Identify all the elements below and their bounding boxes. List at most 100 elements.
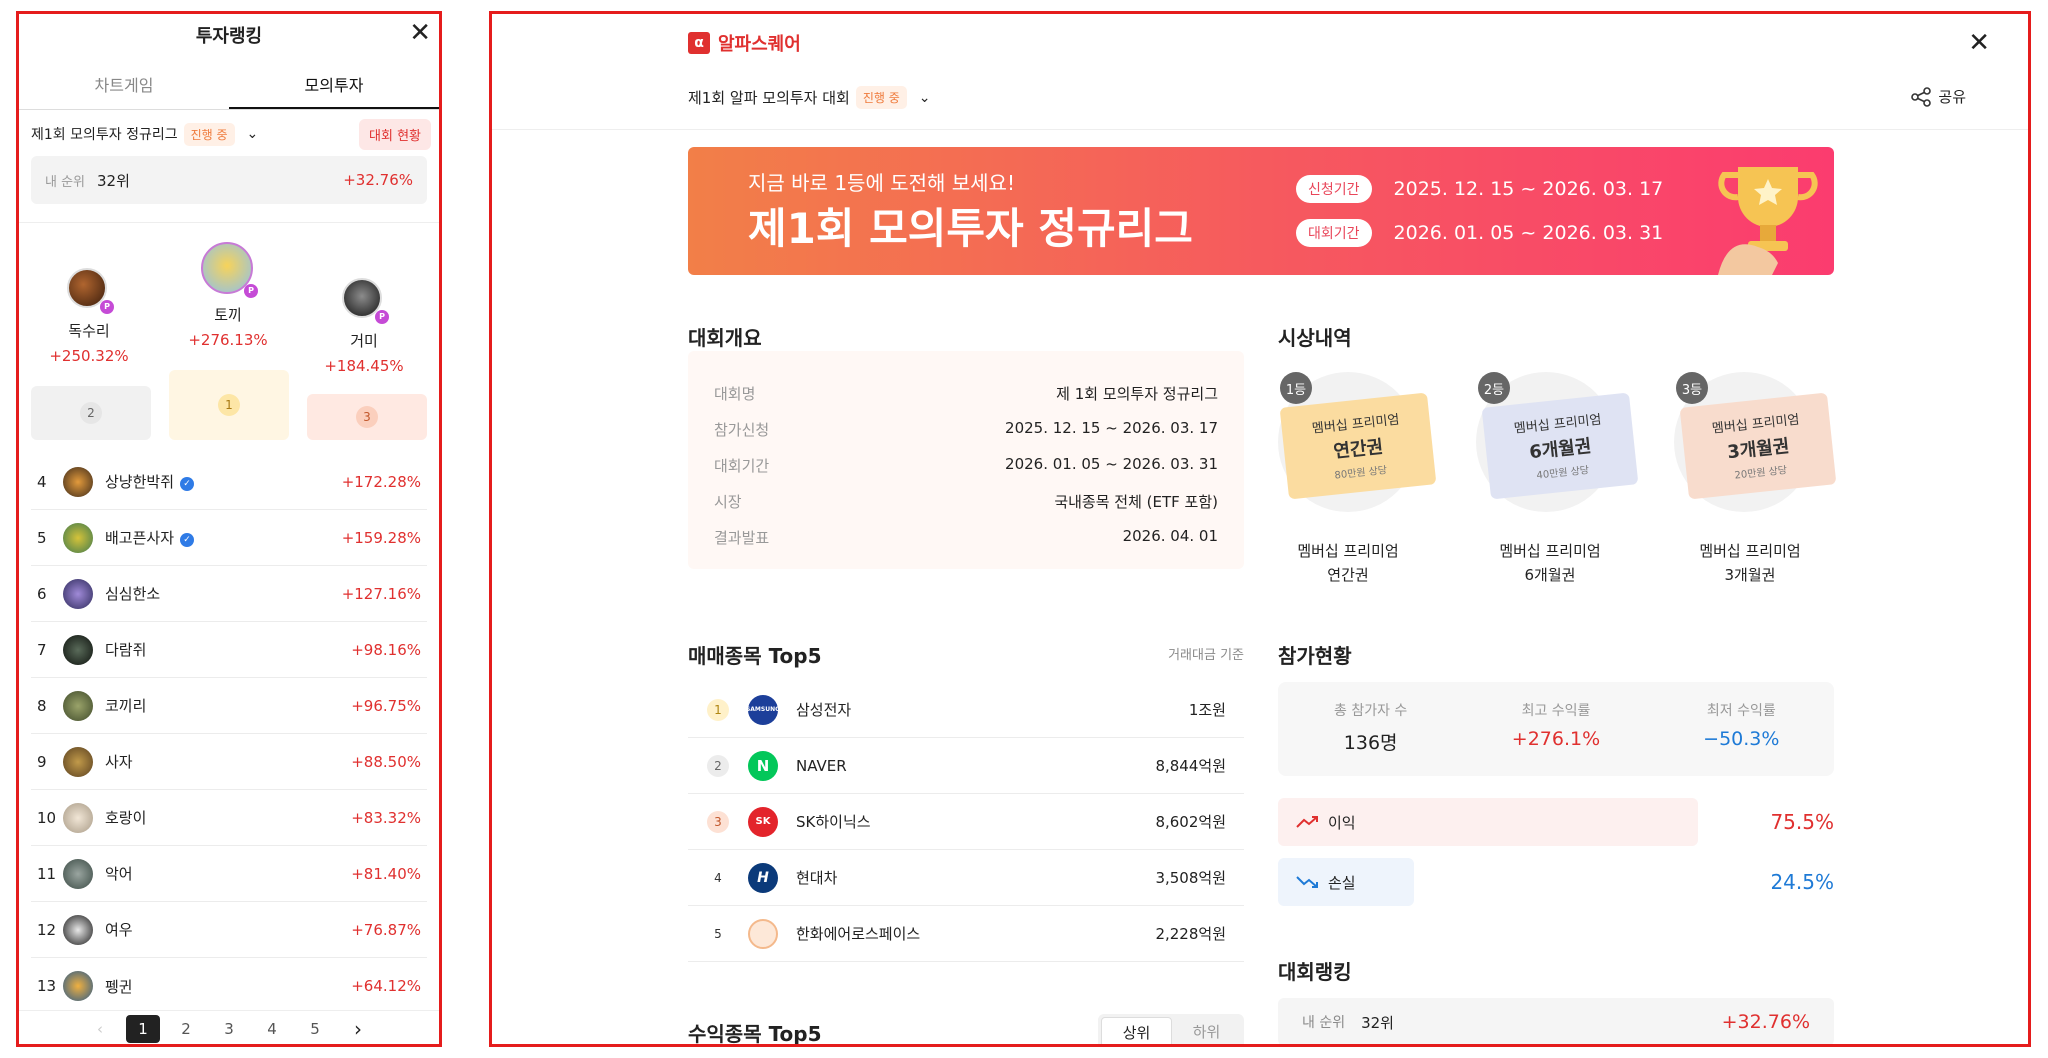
- divider: [19, 222, 439, 223]
- avatar: [63, 690, 93, 721]
- table-row[interactable]: 5 배고픈사자 ✓ +159.28%: [31, 510, 427, 566]
- contest-date: 2026. 01. 05 ~ 2026. 03. 31: [1393, 222, 1664, 244]
- podium-block-third: 3: [307, 394, 427, 440]
- chevron-down-icon[interactable]: ⌄: [919, 90, 931, 106]
- avatar: [63, 802, 93, 833]
- row-rank: 11: [37, 864, 57, 883]
- podium-name: 거미: [350, 332, 378, 350]
- stock-name: 한화에어로스페이스: [796, 925, 921, 943]
- prize-ticket: 멤버십 프리미엄 3개월권 20만원 상당: [1679, 392, 1837, 500]
- stock-row[interactable]: 1 SAMSUNG 삼성전자 1조원: [688, 682, 1244, 738]
- table-row[interactable]: 4 상냥한박쥐 ✓ +172.28%: [31, 454, 427, 510]
- avatar: [63, 578, 93, 609]
- sk-hynix-logo-icon: SK: [748, 806, 778, 837]
- contest-my-rank[interactable]: 내 순위 32위 +32.76%: [1278, 998, 1834, 1044]
- profit-label: 이익: [1328, 813, 1356, 832]
- row-rank: 10: [37, 808, 57, 827]
- podium-return: +184.45%: [324, 357, 404, 375]
- table-row[interactable]: 10 호랑이 +83.32%: [31, 790, 427, 846]
- avatar-first[interactable]: P: [201, 242, 258, 298]
- hyundai-logo-icon: H: [748, 862, 778, 893]
- my-rank-value: 32위: [97, 171, 130, 190]
- page-button-5[interactable]: 5: [294, 1020, 337, 1038]
- my-rank-label: 내 순위: [1302, 1015, 1346, 1031]
- close-icon[interactable]: ✕: [409, 20, 431, 46]
- stock-row[interactable]: 3 SK SK하이닉스 8,602억원: [688, 794, 1244, 850]
- row-return: +81.40%: [351, 864, 421, 883]
- min-value: −50.3%: [1703, 728, 1780, 750]
- row-name: 악어: [105, 865, 133, 883]
- summary-heading: 대회개요: [688, 326, 762, 350]
- page-button-2[interactable]: 2: [165, 1020, 208, 1038]
- row-name: 여우: [105, 921, 133, 939]
- avatar-third[interactable]: P: [342, 278, 389, 324]
- row-return: +172.28%: [341, 472, 421, 491]
- stock-row[interactable]: 5 한화에어로스페이스 2,228억원: [688, 906, 1244, 962]
- loss-value: 24.5%: [1770, 870, 1834, 894]
- row-return: +83.32%: [351, 808, 421, 827]
- page-button-4[interactable]: 4: [251, 1020, 294, 1038]
- table-row[interactable]: 13 펭귄 +64.12%: [31, 958, 427, 1014]
- prize-caption: 멤버십 프리미엄: [1297, 542, 1399, 560]
- tab-mock-investment[interactable]: 모의투자: [229, 68, 439, 109]
- brand-logo[interactable]: α 알파스퀘어: [688, 30, 801, 56]
- row-name: 호랑이: [105, 809, 147, 827]
- apply-period: 신청기간 2025. 12. 15 ~ 2026. 03. 17: [1296, 175, 1663, 203]
- page-button-3[interactable]: 3: [208, 1020, 251, 1038]
- pagination: ‹ 1 2 3 4 5 ›: [19, 1010, 439, 1044]
- table-row[interactable]: 8 코끼리 +96.75%: [31, 678, 427, 734]
- row-name: 상냥한박쥐: [105, 473, 175, 491]
- stock-name: 삼성전자: [796, 701, 852, 719]
- contest-period: 대회기간 2026. 01. 05 ~ 2026. 03. 31: [1296, 219, 1663, 247]
- stock-row[interactable]: 4 H 현대차 3,508억원: [688, 850, 1244, 906]
- share-button[interactable]: 공유: [1910, 86, 1966, 107]
- ranking-tabs: 차트게임 모의투자: [19, 68, 439, 110]
- close-icon[interactable]: ✕: [1968, 30, 1990, 56]
- table-row[interactable]: 7 다람쥐 +98.16%: [31, 622, 427, 678]
- promo-banner[interactable]: 지금 바로 1등에 도전해 보세요! 제1회 모의투자 정규리그 신청기간 20…: [688, 147, 1834, 275]
- table-row[interactable]: 6 심심한소 +127.16%: [31, 566, 427, 622]
- avatar: [63, 746, 93, 777]
- prev-page-icon[interactable]: ‹: [79, 1020, 122, 1038]
- chevron-down-icon[interactable]: ⌄: [247, 126, 259, 142]
- trade-top5-heading: 매매종목 Top5: [688, 644, 822, 668]
- league-name: 제1회 모의투자 정규리그: [31, 127, 178, 143]
- stock-row[interactable]: 2 N NAVER 8,844억원: [688, 738, 1244, 794]
- my-rank-label: 내 순위: [45, 174, 86, 190]
- summary-row: 참가신청 2025. 12. 15 ~ 2026. 03. 17: [714, 419, 1218, 439]
- page-button-1[interactable]: 1: [122, 1014, 165, 1043]
- league-selector[interactable]: 제1회 모의투자 정규리그 진행 중 ⌄ 대회 현황: [31, 116, 431, 152]
- avatar: [63, 634, 93, 665]
- panel-title: 투자랭킹: [195, 26, 263, 47]
- my-rank-value: 32위: [1361, 1013, 1394, 1032]
- profit-value: 75.5%: [1770, 810, 1834, 834]
- row-rank: 4: [37, 472, 47, 491]
- contest-ranking-heading: 대회랭킹: [1278, 960, 1352, 984]
- stock-name: NAVER: [796, 756, 847, 775]
- table-row[interactable]: 11 악어 +81.40%: [31, 846, 427, 902]
- tab-lower[interactable]: 하위: [1172, 1017, 1241, 1044]
- contest-selector[interactable]: 제1회 알파 모의투자 대회 진행 중 ⌄: [688, 86, 931, 109]
- stock-rank: 3: [707, 810, 729, 833]
- rank-badge: 1등: [1280, 372, 1312, 404]
- prize-card-2: 멤버십 프리미엄 6개월권 40만원 상당 2등 멤버십 프리미엄 6개월권: [1476, 372, 1656, 584]
- apply-tag: 신청기간: [1296, 175, 1372, 203]
- loss-bar: 손실: [1278, 858, 1414, 906]
- participation-stats: 총 참가자 수 136명 최고 수익률 +276.1% 최저 수익률 −50.3%: [1278, 682, 1834, 776]
- row-return: +76.87%: [351, 920, 421, 939]
- prize-card-1: 멤버십 프리미엄 연간권 80만원 상당 1등 멤버십 프리미엄 연간권: [1278, 372, 1458, 584]
- contest-status-button[interactable]: 대회 현황: [359, 118, 431, 150]
- table-row[interactable]: 9 사자 +88.50%: [31, 734, 427, 790]
- share-label: 공유: [1938, 88, 1966, 106]
- trend-up-icon: [1296, 816, 1318, 828]
- avatar-second[interactable]: P: [67, 268, 114, 314]
- summary-row: 대회명 제 1회 모의투자 정규리그: [714, 385, 1218, 403]
- trend-down-icon: [1296, 876, 1318, 888]
- avatar: [63, 971, 93, 1001]
- podium-place: 2: [80, 402, 102, 424]
- row-return: +64.12%: [351, 977, 421, 995]
- table-row[interactable]: 12 여우 +76.87%: [31, 902, 427, 958]
- tab-upper[interactable]: 상위: [1101, 1017, 1172, 1044]
- tab-chart-game[interactable]: 차트게임: [19, 68, 229, 109]
- next-page-icon[interactable]: ›: [337, 1017, 380, 1041]
